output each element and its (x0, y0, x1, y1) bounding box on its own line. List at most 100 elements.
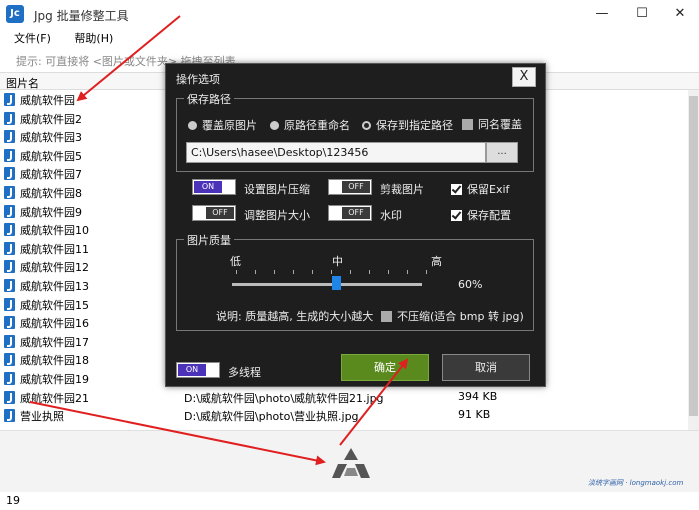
file-name: 威航软件园5 (20, 149, 82, 163)
quality-mid-label: 中 (332, 255, 343, 268)
jpg-file-icon (4, 130, 15, 144)
toggle-multithread[interactable]: ON (176, 362, 220, 378)
toggle-state: OFF (342, 207, 370, 219)
menu-help[interactable]: 帮助(H) (74, 30, 113, 46)
toggle-resize[interactable]: OFF (192, 205, 236, 221)
brand-logo-icon (332, 448, 370, 478)
watermark-text: 淡统字画网 · longmaokj.com (588, 479, 684, 487)
cancel-button[interactable]: 取消 (442, 354, 530, 381)
jpg-file-icon (4, 278, 15, 292)
jpg-file-icon (4, 223, 15, 237)
jpg-file-icon (4, 353, 15, 367)
file-path: D:\威航软件园\photo\威航软件园21.jpg (184, 391, 384, 405)
scrollbar-thumb[interactable] (689, 96, 698, 416)
compress-label: 设置图片压缩 (244, 183, 310, 196)
quality-note: 说明: 质量越高, 生成的大小越大 (216, 310, 374, 323)
jpg-file-icon (4, 148, 15, 162)
quality-high-label: 高 (431, 255, 442, 268)
checkbox-same-name-overwrite[interactable]: 同名覆盖 (462, 116, 522, 132)
dialog-title: 操作选项 (176, 73, 220, 86)
file-name: 威航软件园 (20, 94, 75, 107)
checkbox-keep-exif[interactable]: 保留Exif (451, 181, 509, 197)
slider-tick (350, 270, 351, 274)
quality-low-label: 低 (230, 255, 241, 268)
jpg-file-icon (4, 241, 15, 255)
watermark-label: 水印 (380, 209, 402, 222)
save-path-input[interactable]: C:\Users\hasee\Desktop\123456 (186, 142, 486, 163)
checkbox-box (462, 118, 473, 130)
file-name: 威航软件园9 (20, 205, 82, 219)
toggle-watermark[interactable]: OFF (328, 205, 372, 221)
radio-rename-in-place[interactable]: 原路径重命名 (270, 117, 350, 133)
column-header-name[interactable]: 图片名 (6, 75, 39, 91)
list-row[interactable]: 营业执照 D:\威航软件园\photo\营业执照.jpg 91 KB (0, 406, 690, 425)
slider-tick (407, 270, 408, 274)
radio-label: 原路径重命名 (284, 119, 350, 132)
slider-tick (312, 270, 313, 274)
slider-tick (388, 270, 389, 274)
file-name: 营业执照 (20, 410, 64, 424)
file-name: 威航软件园7 (20, 168, 82, 182)
multithread-label: 多线程 (228, 366, 261, 379)
file-name: 威航软件园3 (20, 131, 82, 145)
quality-value: 60% (458, 278, 483, 291)
toggle-state: OFF (342, 181, 370, 193)
file-name: 威航软件园8 (20, 186, 82, 200)
menu-bar: 文件(F) 帮助(H) (0, 30, 119, 48)
slider-tick (369, 270, 370, 274)
checkbox-label: 同名覆盖 (478, 118, 522, 131)
jpg-file-icon (4, 204, 15, 218)
slider-tick (293, 270, 294, 274)
minimize-button[interactable]: — (582, 0, 622, 28)
jpg-file-icon (4, 93, 15, 106)
radio-indicator (188, 120, 197, 130)
file-name: 威航软件园10 (20, 224, 89, 238)
file-size: 394 KB (458, 389, 498, 403)
quality-slider-thumb[interactable] (332, 276, 341, 290)
toggle-state: OFF (206, 207, 234, 219)
checkbox-save-config[interactable]: 保存配置 (451, 207, 511, 223)
file-count-status: 19 (6, 494, 20, 507)
jpg-file-icon (4, 409, 15, 423)
file-name: 威航软件园16 (20, 317, 89, 331)
checkbox-label: 保留Exif (467, 183, 510, 196)
checkbox-box (381, 310, 392, 322)
file-name: 威航软件园15 (20, 298, 89, 312)
jpg-file-icon (4, 371, 15, 385)
jpg-file-icon (4, 297, 15, 311)
radio-save-to-path[interactable]: 保存到指定路径 (362, 117, 453, 133)
quality-slider-track[interactable] (232, 283, 422, 286)
file-name: 威航软件园19 (20, 372, 89, 386)
radio-overwrite-original[interactable]: 覆盖原图片 (188, 117, 257, 133)
toggle-compress[interactable]: ON (192, 179, 236, 195)
jpg-file-icon (4, 111, 15, 125)
checkbox-box-checked (451, 183, 462, 195)
maximize-button[interactable]: ☐ (622, 0, 662, 28)
menu-file[interactable]: 文件(F) (14, 30, 51, 46)
ok-button[interactable]: 确定 (341, 354, 429, 381)
dialog-close-button[interactable]: X (512, 67, 536, 87)
crop-label: 剪裁图片 (380, 183, 424, 196)
close-window-button[interactable]: ✕ (660, 0, 699, 28)
window-title: Jpg 批量修整工具 (34, 9, 129, 23)
checkbox-no-compress[interactable]: 不压缩(适合 bmp 转 jpg) (381, 308, 524, 324)
jpg-file-icon (4, 185, 15, 199)
radio-indicator (270, 120, 279, 130)
app-logo-icon: Jc (6, 5, 24, 23)
file-path: D:\威航软件园\photo\营业执照.jpg (184, 410, 359, 424)
slider-tick (331, 270, 332, 274)
file-name: 威航软件园13 (20, 279, 89, 293)
jpg-file-icon (4, 260, 15, 274)
file-name: 威航软件园12 (20, 261, 89, 275)
file-name: 威航软件园18 (20, 354, 89, 368)
file-name: 威航软件园21 (20, 391, 89, 405)
list-row[interactable]: 威航软件园21 D:\威航软件园\photo\威航软件园21.jpg 394 KB (0, 388, 690, 407)
file-name: 威航软件园2 (20, 112, 82, 126)
browse-button[interactable]: ... (486, 142, 518, 163)
resize-label: 调整图片大小 (244, 209, 310, 222)
radio-label: 保存到指定路径 (376, 119, 453, 132)
toggle-crop[interactable]: OFF (328, 179, 372, 195)
toggle-state: ON (178, 364, 206, 376)
radio-label: 覆盖原图片 (202, 119, 257, 132)
radio-indicator-selected (362, 120, 371, 130)
